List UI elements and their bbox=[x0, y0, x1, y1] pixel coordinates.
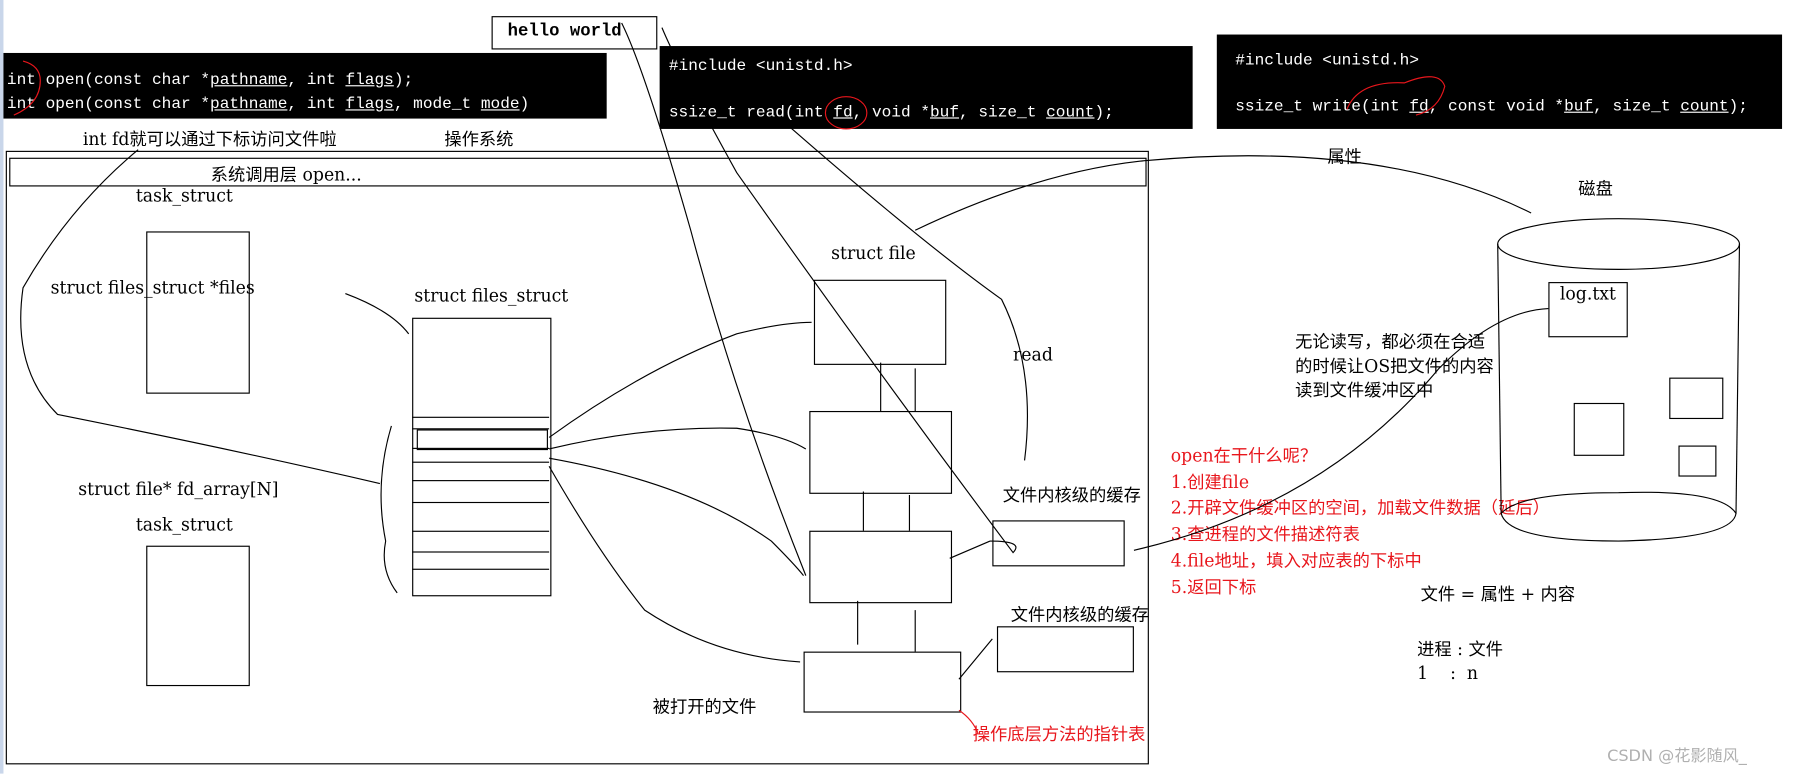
red-circle-fd bbox=[824, 96, 868, 130]
fd-index-bracket bbox=[380, 425, 398, 594]
disk-cylinder-side bbox=[1497, 244, 1502, 514]
connector-lines bbox=[13, 22, 1741, 735]
line-fd-note-loop bbox=[20, 149, 381, 485]
arrow-fd-to-file bbox=[548, 321, 812, 438]
line-cache-to-log bbox=[1133, 307, 1549, 551]
line-file-to-attr bbox=[914, 155, 1532, 231]
disk-cylinder-side bbox=[1735, 244, 1741, 514]
line-hello-to-file bbox=[621, 22, 807, 576]
red-circle-fd-write bbox=[1346, 76, 1446, 116]
line-files-to-struct bbox=[345, 293, 410, 335]
arrow-fd-to-file bbox=[548, 427, 807, 450]
arrow-fd-to-file bbox=[549, 457, 804, 576]
line-hello-to-cache bbox=[661, 27, 1017, 554]
red-circle-int bbox=[13, 60, 41, 116]
disk-cylinder-top bbox=[1497, 218, 1741, 270]
links-to-cache bbox=[949, 540, 993, 680]
vertical-links bbox=[857, 362, 916, 652]
disk-cylinder-bottom bbox=[1500, 491, 1737, 542]
diagram-canvas: hello world int open(const char *pathnam… bbox=[0, 0, 1805, 774]
arrow-fd-to-file bbox=[548, 465, 801, 663]
op-table-pointer bbox=[958, 709, 980, 735]
line-read-to-cache bbox=[782, 120, 1029, 461]
